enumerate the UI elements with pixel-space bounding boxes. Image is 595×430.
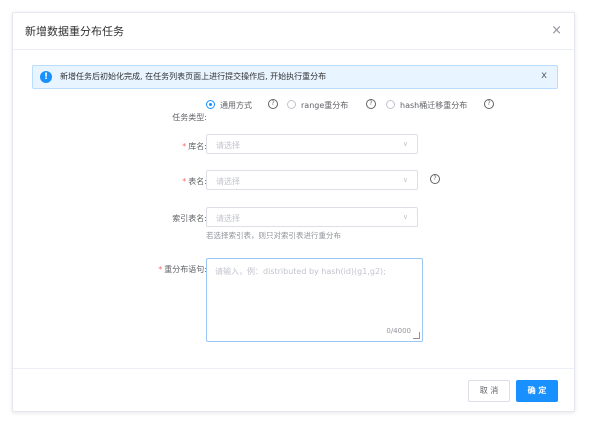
database-placeholder: 请选择 xyxy=(216,141,240,150)
confirm-button[interactable]: 确 定 xyxy=(516,380,558,402)
footer-divider xyxy=(13,368,574,369)
database-label: * 库名: xyxy=(182,142,207,151)
radio-hash-bucket-label: hash桶迁移重分布 xyxy=(400,101,468,110)
statement-label: * 重分布语句: xyxy=(158,265,207,274)
required-mark: * xyxy=(182,142,187,151)
task-type-label: 任务类型: xyxy=(172,113,207,122)
radio-generic-label: 通用方式 xyxy=(220,101,252,110)
chevron-down-icon: ∨ xyxy=(402,176,408,184)
dialog-title: 新增数据重分布任务 xyxy=(25,25,124,38)
chevron-down-icon: ∨ xyxy=(402,140,408,148)
alert-message: 新增任务后初始化完成, 在任务列表页面上进行提交操作后, 开始执行重分布 xyxy=(60,72,327,81)
statement-placeholder: 请输入，例：distributed by hash(id)(g1,g2); xyxy=(215,267,386,276)
index-table-placeholder: 请选择 xyxy=(216,214,240,223)
radio-range-label: range重分布 xyxy=(301,101,349,110)
table-select[interactable]: 请选择 ∨ xyxy=(206,170,418,190)
statement-textarea[interactable]: 请输入，例：distributed by hash(id)(g1,g2); 0/… xyxy=(206,258,423,342)
dialog-close-icon[interactable]: × xyxy=(551,24,562,37)
info-icon: ! xyxy=(40,71,52,83)
index-table-select[interactable]: 请选择 ∨ xyxy=(206,207,418,227)
help-icon[interactable]: ? xyxy=(268,99,278,109)
table-placeholder: 请选择 xyxy=(216,177,240,186)
info-alert: ! 新增任务后初始化完成, 在任务列表页面上进行提交操作后, 开始执行重分布 x xyxy=(32,65,558,89)
required-mark: * xyxy=(182,177,187,186)
chevron-down-icon: ∨ xyxy=(402,213,408,221)
table-label: * 表名: xyxy=(182,177,207,186)
radio-dot-icon xyxy=(386,100,395,109)
radio-dot-icon xyxy=(206,100,215,109)
radio-dot-icon xyxy=(287,100,296,109)
index-table-hint: 若选择索引表，则只对索引表进行重分布 xyxy=(206,231,341,240)
cancel-button[interactable]: 取 消 xyxy=(468,380,510,402)
dialog-header: 新增数据重分布任务 × xyxy=(13,13,574,50)
required-mark: * xyxy=(158,265,163,274)
index-table-label: 索引表名: xyxy=(172,214,207,223)
help-icon[interactable]: ? xyxy=(430,174,440,184)
resize-handle-icon[interactable] xyxy=(413,332,420,339)
new-redistribution-task-dialog: 新增数据重分布任务 × ! 新增任务后初始化完成, 在任务列表页面上进行提交操作… xyxy=(12,12,575,412)
alert-close-icon[interactable]: x xyxy=(541,70,547,81)
char-counter: 0/4000 xyxy=(386,327,411,335)
database-select[interactable]: 请选择 ∨ xyxy=(206,134,418,154)
help-icon[interactable]: ? xyxy=(366,99,376,109)
help-icon[interactable]: ? xyxy=(484,99,494,109)
